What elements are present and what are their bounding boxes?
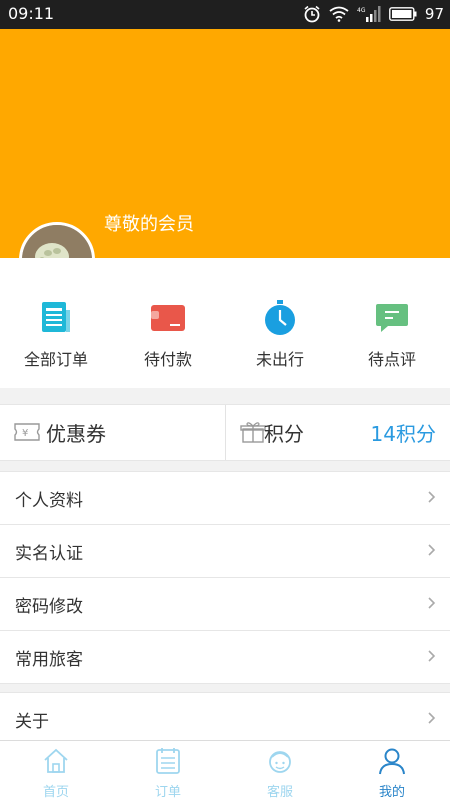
chevron-right-icon bbox=[428, 712, 436, 724]
menu-frequent-travelers[interactable]: 常用旅客 bbox=[0, 631, 450, 684]
menu-personal-info-label: 个人资料 bbox=[15, 491, 83, 511]
battery-icon bbox=[389, 7, 417, 21]
coupon-entry[interactable]: ¥ 优惠券 bbox=[0, 405, 226, 460]
order-item-upcoming-label: 未出行 bbox=[255, 350, 304, 369]
profile-icon bbox=[379, 748, 405, 775]
order-item-all-label: 全部订单 bbox=[23, 350, 88, 369]
menu-about[interactable]: 关于 bbox=[0, 693, 450, 746]
gift-icon bbox=[240, 422, 266, 443]
status-icons: 4G 97 bbox=[303, 3, 444, 25]
menu-about-label: 关于 bbox=[15, 712, 49, 732]
menu-change-password[interactable]: 密码修改 bbox=[0, 578, 450, 631]
clock-icon bbox=[265, 300, 295, 335]
tab-home-label: 首页 bbox=[42, 785, 69, 800]
order-item-all[interactable]: 全部订单 bbox=[0, 300, 112, 370]
order-item-review[interactable]: 待点评 bbox=[336, 300, 448, 370]
chevron-right-icon bbox=[428, 597, 436, 609]
points-label: 积分 bbox=[264, 422, 304, 446]
tab-profile-label: 我的 bbox=[378, 785, 405, 800]
status-bar: 09:11 4G 97 bbox=[0, 0, 450, 29]
battery-level: 97 bbox=[424, 5, 444, 23]
chevron-right-icon bbox=[428, 491, 436, 503]
tab-home[interactable]: 首页 bbox=[0, 747, 112, 800]
status-time: 09:11 bbox=[8, 4, 55, 23]
wifi-icon bbox=[329, 6, 349, 22]
bottom-tab-bar: 首页 订单 客服 我的 bbox=[0, 740, 450, 801]
points-value: 14积分 bbox=[370, 422, 436, 446]
settings-list: 个人资料 实名认证 密码修改 常用旅客 bbox=[0, 471, 450, 684]
alarm-icon bbox=[304, 5, 320, 23]
order-shortcuts: 全部订单 待付款 未出行 待点评 bbox=[0, 258, 450, 388]
benefits-strip: ¥ 优惠券 积分 14积分 bbox=[0, 404, 450, 461]
menu-personal-info[interactable]: 个人资料 bbox=[0, 472, 450, 525]
chevron-right-icon bbox=[428, 544, 436, 556]
wallet-icon bbox=[151, 305, 185, 331]
order-item-unpaid-label: 待付款 bbox=[143, 350, 192, 369]
tab-orders-label: 订单 bbox=[154, 785, 181, 800]
points-entry[interactable]: 积分 14积分 bbox=[226, 405, 450, 460]
customer-service-icon bbox=[269, 751, 291, 773]
signal-icon: 4G bbox=[357, 6, 381, 22]
tab-orders[interactable]: 订单 bbox=[112, 747, 224, 800]
order-list-icon bbox=[156, 748, 180, 774]
tab-profile[interactable]: 我的 bbox=[336, 747, 448, 800]
tab-customer-service-label: 客服 bbox=[266, 785, 293, 800]
order-item-upcoming[interactable]: 未出行 bbox=[224, 300, 336, 370]
menu-real-name-verification[interactable]: 实名认证 bbox=[0, 525, 450, 578]
coupon-label: 优惠券 bbox=[46, 422, 106, 446]
document-icon bbox=[42, 302, 70, 332]
home-icon bbox=[44, 748, 68, 773]
svg-text:4G: 4G bbox=[357, 7, 366, 14]
menu-frequent-travelers-label: 常用旅客 bbox=[15, 650, 83, 670]
menu-change-password-label: 密码修改 bbox=[15, 597, 83, 617]
about-list: 关于 bbox=[0, 692, 450, 746]
member-label: 尊敬的会员 bbox=[104, 214, 194, 235]
chat-icon bbox=[376, 304, 408, 332]
menu-real-name-verification-label: 实名认证 bbox=[15, 544, 83, 564]
order-item-unpaid[interactable]: 待付款 bbox=[112, 300, 224, 370]
chevron-right-icon bbox=[428, 650, 436, 662]
tab-customer-service[interactable]: 客服 bbox=[224, 747, 336, 800]
order-item-review-label: 待点评 bbox=[367, 350, 416, 369]
svg-text:¥: ¥ bbox=[22, 428, 28, 439]
ticket-icon: ¥ bbox=[14, 423, 40, 441]
